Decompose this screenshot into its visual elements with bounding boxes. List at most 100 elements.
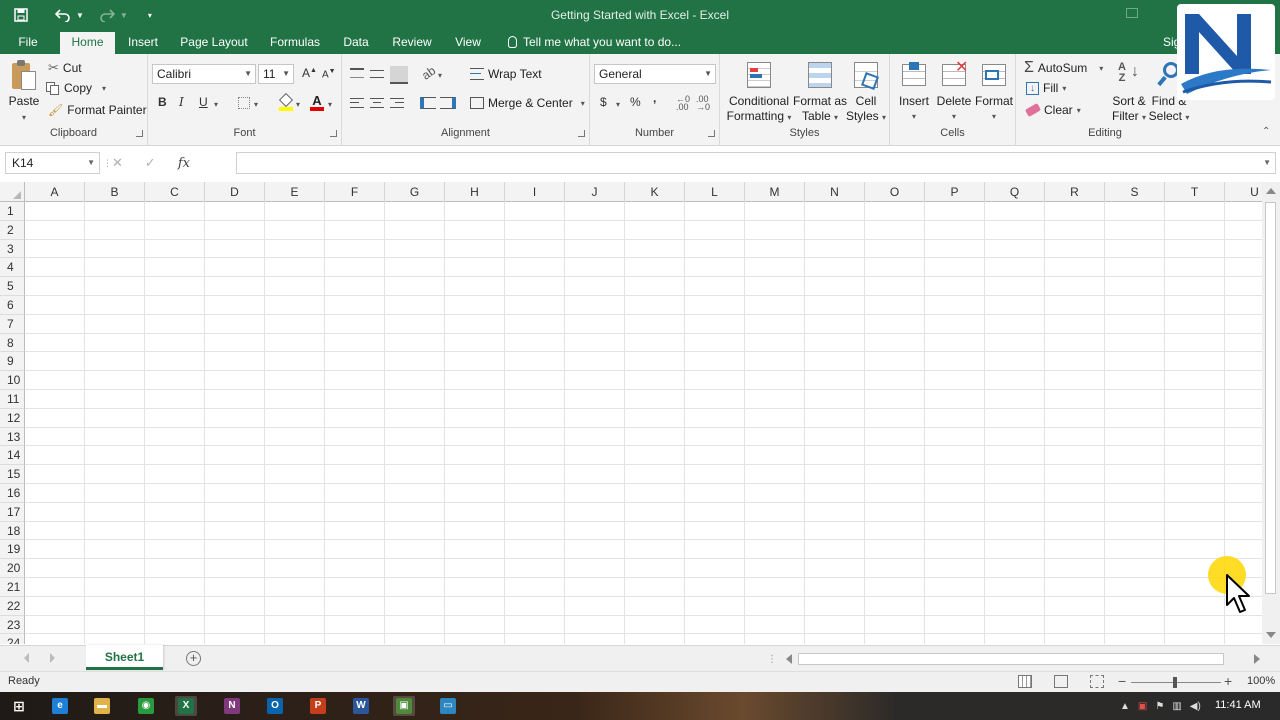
tell-me-box[interactable]: Tell me what you want to do... xyxy=(508,30,681,54)
next-sheet-icon[interactable] xyxy=(50,653,55,663)
align-center-icon[interactable] xyxy=(370,98,384,108)
column-header-p[interactable]: P xyxy=(925,182,985,202)
percent-button[interactable]: % xyxy=(630,95,641,109)
scroll-left-icon[interactable] xyxy=(786,654,792,664)
format-cells-button[interactable]: Format ▾ xyxy=(974,60,1014,124)
action-center-icon[interactable]: ⚑ xyxy=(1155,701,1164,712)
column-header-u[interactable]: U xyxy=(1225,182,1262,202)
tab-file[interactable]: File xyxy=(8,30,48,54)
sort-filter-button[interactable]: AZ ↓ Sort & Filter ▾ xyxy=(1108,60,1150,125)
currency-dropdown-icon[interactable]: ▾ xyxy=(616,100,620,109)
increase-decimal-icon[interactable]: ←0.00 xyxy=(676,95,690,112)
autosum-button[interactable]: Σ AutoSum ▾ xyxy=(1024,59,1103,77)
zoom-out-icon[interactable]: − xyxy=(1118,673,1126,689)
font-color-icon[interactable]: A xyxy=(310,93,324,111)
increase-indent-icon[interactable] xyxy=(440,97,456,109)
row-header-3[interactable]: 3 xyxy=(0,239,25,259)
tab-split-handle[interactable]: ⋮ xyxy=(767,654,778,665)
page-break-view-icon[interactable] xyxy=(1090,675,1104,688)
tray-app-icon[interactable]: ▣ xyxy=(1138,701,1147,712)
font-size-combo[interactable]: 11 ▼ xyxy=(258,64,294,84)
underline-dropdown-icon[interactable]: ▾ xyxy=(214,100,218,109)
zoom-in-icon[interactable]: + xyxy=(1224,673,1232,689)
name-box[interactable]: K14 ▼ xyxy=(5,152,100,174)
zoom-level[interactable]: 100% xyxy=(1247,675,1275,687)
format-painter-button[interactable]: 🖌 Format Painter xyxy=(48,103,147,117)
tab-review[interactable]: Review xyxy=(388,30,436,54)
alignment-launcher-icon[interactable] xyxy=(578,130,585,137)
scroll-down-icon[interactable] xyxy=(1266,632,1276,638)
vertical-scrollbar[interactable] xyxy=(1262,182,1280,644)
column-header-g[interactable]: G xyxy=(385,182,445,202)
tab-insert[interactable]: Insert xyxy=(122,30,164,54)
outlook-icon[interactable]: O xyxy=(264,696,286,716)
column-header-m[interactable]: M xyxy=(745,182,805,202)
column-header-e[interactable]: E xyxy=(265,182,325,202)
column-header-l[interactable]: L xyxy=(685,182,745,202)
row-header-6[interactable]: 6 xyxy=(0,296,25,315)
row-header-19[interactable]: 19 xyxy=(0,540,25,560)
onenote-icon[interactable]: N xyxy=(221,696,243,716)
grow-font-button[interactable]: A▲ xyxy=(302,66,317,80)
row-header-17[interactable]: 17 xyxy=(0,502,25,522)
fill-dropdown-icon[interactable]: ▾ xyxy=(1062,84,1066,93)
clipboard-launcher-icon[interactable] xyxy=(136,130,143,137)
cell-styles-button[interactable]: Cell Styles ▾ xyxy=(844,60,888,125)
comma-button[interactable]: , xyxy=(653,91,656,105)
tab-view[interactable]: View xyxy=(450,30,486,54)
underline-button[interactable]: U xyxy=(199,95,208,109)
windows-start-icon[interactable]: ⊞ xyxy=(8,696,30,716)
column-header-b[interactable]: B xyxy=(85,182,145,202)
currency-button[interactable]: $ xyxy=(600,95,607,109)
screen-recorder-icon[interactable]: ▭ xyxy=(437,696,459,716)
scroll-right-icon[interactable] xyxy=(1254,654,1260,664)
number-format-dropdown-icon[interactable]: ▼ xyxy=(704,65,712,83)
taskbar-clock[interactable]: 11:41 AM xyxy=(1215,699,1261,711)
font-size-dropdown-icon[interactable]: ▼ xyxy=(282,65,290,83)
shrink-font-button[interactable]: A▼ xyxy=(322,68,336,80)
row-header-2[interactable]: 2 xyxy=(0,220,25,240)
app-icon[interactable]: ▣ xyxy=(393,696,415,716)
format-as-table-button[interactable]: Format as Table ▾ xyxy=(792,60,848,125)
worksheet-grid[interactable]: ABCDEFGHIJKLMNOPQRSTU 1 2 3 4 5 6 7 8 9 10 11 12 13 1… xyxy=(0,182,1262,644)
normal-view-icon[interactable] xyxy=(1018,675,1032,688)
row-header-14[interactable]: 14 xyxy=(0,446,25,466)
font-name-dropdown-icon[interactable]: ▼ xyxy=(244,65,252,83)
volume-icon[interactable]: ◀) xyxy=(1190,701,1201,712)
row-header-13[interactable]: 13 xyxy=(0,427,25,447)
row-header-18[interactable]: 18 xyxy=(0,521,25,541)
word-icon[interactable]: W xyxy=(350,696,372,716)
number-format-combo[interactable]: General ▼ xyxy=(594,64,716,84)
expand-formula-bar-icon[interactable]: ▼ xyxy=(1263,153,1271,173)
row-header-8[interactable]: 8 xyxy=(0,333,25,353)
middle-align-icon[interactable] xyxy=(370,70,384,78)
insert-cells-button[interactable]: Insert ▾ xyxy=(894,60,934,124)
cancel-icon[interactable]: ✕ xyxy=(112,155,123,171)
enter-icon[interactable]: ✓ xyxy=(145,155,156,171)
scroll-up-icon[interactable] xyxy=(1266,188,1276,194)
row-header-10[interactable]: 10 xyxy=(0,371,25,390)
tab-home[interactable]: Home xyxy=(60,32,115,54)
row-header-24[interactable]: 24 xyxy=(0,634,25,644)
column-header-o[interactable]: O xyxy=(865,182,925,202)
tray-expand-icon[interactable]: ▲ xyxy=(1120,701,1130,712)
column-header-r[interactable]: R xyxy=(1045,182,1105,202)
copy-button[interactable]: Copy ▾ xyxy=(46,81,106,95)
column-header-h[interactable]: H xyxy=(445,182,505,202)
merge-center-button[interactable]: Merge & Center ▾ xyxy=(470,96,585,110)
excel-icon[interactable]: X xyxy=(175,696,197,716)
copy-dropdown-icon[interactable]: ▾ xyxy=(102,84,106,93)
decrease-indent-icon[interactable] xyxy=(420,97,436,109)
align-right-icon[interactable] xyxy=(390,98,404,108)
column-header-s[interactable]: S xyxy=(1105,182,1165,202)
borders-icon[interactable] xyxy=(238,97,250,109)
fill-color-dropdown-icon[interactable]: ▾ xyxy=(296,100,300,109)
align-left-icon[interactable] xyxy=(350,98,364,108)
tab-data[interactable]: Data xyxy=(338,30,374,54)
row-header-5[interactable]: 5 xyxy=(0,277,25,296)
clear-dropdown-icon[interactable]: ▾ xyxy=(1077,106,1081,115)
column-header-k[interactable]: K xyxy=(625,182,685,202)
italic-button[interactable]: I xyxy=(179,95,184,109)
row-header-23[interactable]: 23 xyxy=(0,615,25,635)
vertical-scroll-thumb[interactable] xyxy=(1265,202,1276,594)
